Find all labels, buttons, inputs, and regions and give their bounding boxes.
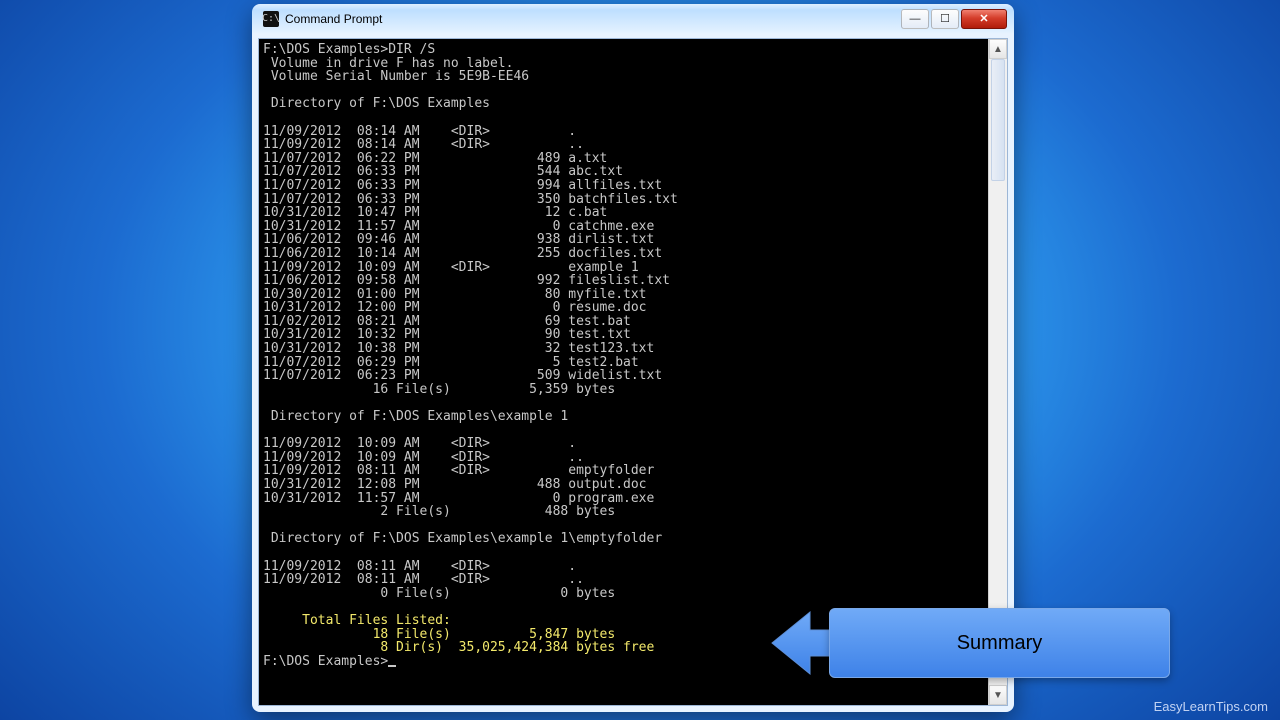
command-prompt-window: C:\ Command Prompt — ☐ ✕ F:\DOS Examples… <box>252 4 1014 712</box>
minimize-icon: — <box>910 14 921 25</box>
dir3-header: Directory of F:\DOS Examples\example 1\e… <box>263 532 985 546</box>
cursor-icon <box>388 665 396 667</box>
watermark-text: EasyLearnTips.com <box>1154 699 1268 714</box>
blank <box>263 111 985 125</box>
dir2-list: 11/09/2012 10:09 AM <DIR> . 11/09/2012 1… <box>263 437 985 519</box>
blank <box>263 84 985 98</box>
dir1-list: 11/09/2012 08:14 AM <DIR> . 11/09/2012 0… <box>263 125 985 397</box>
blank <box>263 396 985 410</box>
title-bar[interactable]: C:\ Command Prompt — ☐ ✕ <box>253 5 1013 33</box>
window-title: Command Prompt <box>285 13 901 25</box>
blank <box>263 546 985 560</box>
maximize-button[interactable]: ☐ <box>931 9 959 29</box>
arrow-left-icon <box>770 608 830 678</box>
dir2-header: Directory of F:\DOS Examples\example 1 <box>263 410 985 424</box>
console-frame: F:\DOS Examples>DIR /S Volume in drive F… <box>258 38 1008 706</box>
scroll-thumb[interactable] <box>991 59 1005 181</box>
volume-line-1: Volume in drive F has no label. <box>263 57 985 71</box>
console-output[interactable]: F:\DOS Examples>DIR /S Volume in drive F… <box>259 39 989 705</box>
close-button[interactable]: ✕ <box>961 9 1007 29</box>
blank <box>263 424 985 438</box>
cmd-line: F:\DOS Examples>DIR /S <box>263 43 985 57</box>
close-icon: ✕ <box>979 14 988 25</box>
dir3-list: 11/09/2012 08:11 AM <DIR> . 11/09/2012 0… <box>263 560 985 601</box>
volume-line-2: Volume Serial Number is 5E9B-EE46 <box>263 70 985 84</box>
summary-callout: Summary <box>770 608 1170 678</box>
scroll-down-button[interactable]: ▼ <box>989 685 1007 705</box>
summary-label: Summary <box>829 608 1170 678</box>
scroll-up-button[interactable]: ▲ <box>989 39 1007 59</box>
dir1-header: Directory of F:\DOS Examples <box>263 97 985 111</box>
minimize-button[interactable]: — <box>901 9 929 29</box>
app-icon: C:\ <box>263 11 279 27</box>
vertical-scrollbar[interactable]: ▲ ▼ <box>988 39 1007 705</box>
maximize-icon: ☐ <box>940 14 950 25</box>
blank <box>263 519 985 533</box>
